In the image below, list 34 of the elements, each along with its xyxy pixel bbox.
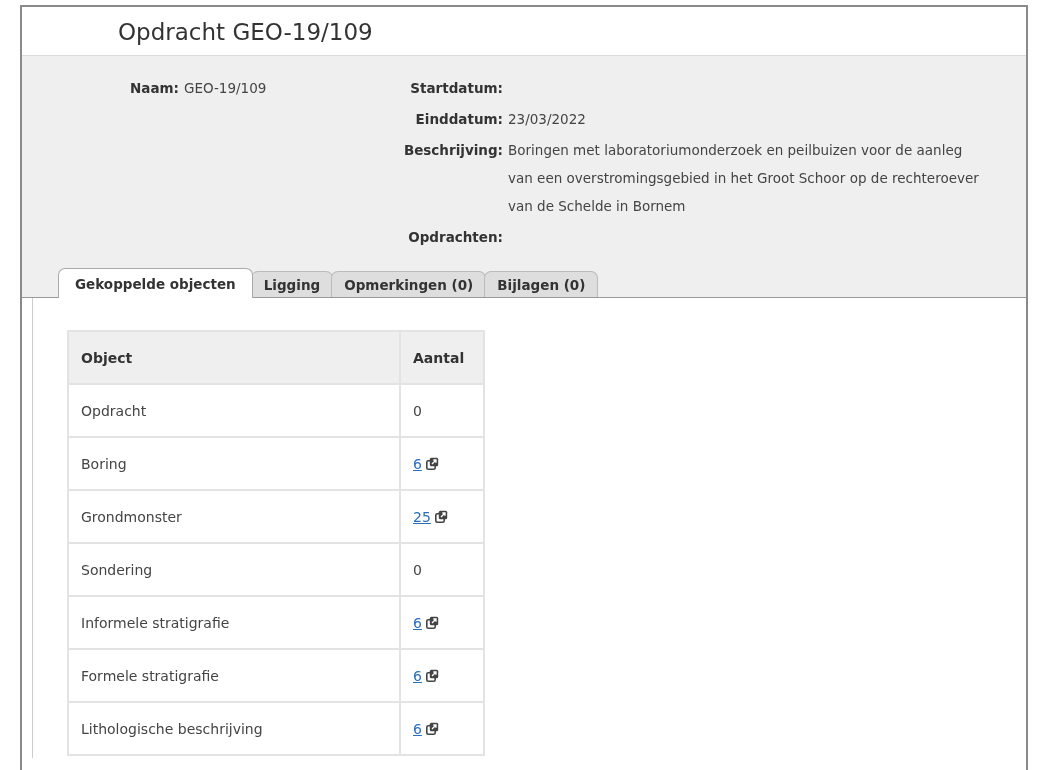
table-cell: Lithologische beschrijving xyxy=(68,702,400,755)
count-link[interactable]: 6 xyxy=(413,455,422,472)
table-cell: Sondering xyxy=(68,543,400,596)
external-window-icon[interactable] xyxy=(425,615,439,629)
column-header: Object xyxy=(68,331,400,384)
table-cell: 0 xyxy=(400,543,484,596)
external-window-icon[interactable] xyxy=(425,721,439,735)
tab[interactable]: Opmerkingen (0) xyxy=(331,271,487,297)
external-window-icon[interactable] xyxy=(425,668,439,682)
external-window-icon[interactable] xyxy=(434,509,448,523)
table-cell: Boring xyxy=(68,437,400,490)
field-value: 23/03/2022 xyxy=(508,111,586,127)
count-link[interactable]: 6 xyxy=(413,720,422,737)
table-cell: Informele stratigrafie xyxy=(68,596,400,649)
column-header: Aantal xyxy=(400,331,484,384)
table-cell: 0 xyxy=(400,384,484,437)
table-cell: Formele stratigrafie xyxy=(68,649,400,702)
count-link[interactable]: 6 xyxy=(413,614,422,631)
field-label: Startdatum: xyxy=(410,80,503,96)
tab[interactable]: Ligging xyxy=(250,271,334,297)
field-value: GEO-19/109 xyxy=(184,80,267,96)
field-value: Boringen met laboratoriumonderzoek en peilbuizen voor de aanleg van een overstromingsgebied in het Groot Schoor op de rechteroever van de Schelde in Bornem xyxy=(508,142,979,214)
field-label: Naam: xyxy=(130,80,179,96)
count-link[interactable]: 25 xyxy=(413,508,431,525)
table-cell: Opdracht xyxy=(68,384,400,437)
field-label: Einddatum: xyxy=(415,111,503,127)
external-window-icon[interactable] xyxy=(425,456,439,470)
count-link[interactable]: 6 xyxy=(413,667,422,684)
tab[interactable]: Bijlagen (0) xyxy=(484,271,599,297)
field-label: Opdrachten: xyxy=(408,229,503,245)
tab[interactable]: Gekoppelde objecten xyxy=(58,268,253,298)
page-title: Opdracht GEO-19/109 xyxy=(118,19,373,45)
field-label: Beschrijving: xyxy=(403,142,503,158)
table-cell: Grondmonster xyxy=(68,490,400,543)
